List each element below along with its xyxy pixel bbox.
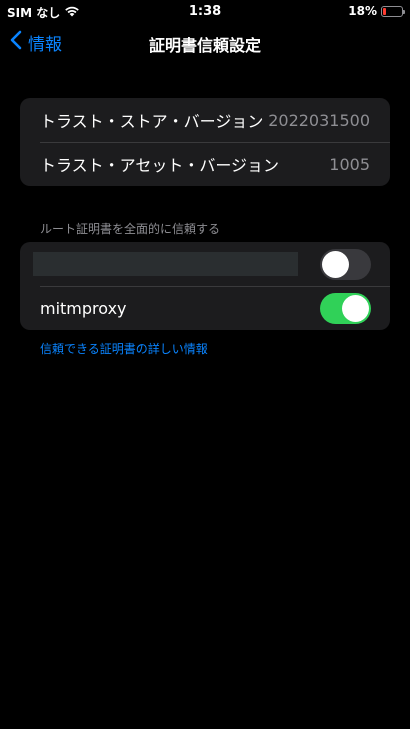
toggle-knob: [342, 295, 369, 322]
full-trust-section-header: ルート証明書を全面的に信頼する: [40, 222, 221, 236]
certificate-trust-toggle-mitmproxy[interactable]: [320, 293, 371, 324]
redacted-certificate-name: [33, 252, 298, 276]
trust-asset-version-label: トラスト・アセット・バージョン: [40, 156, 280, 175]
trust-store-version-label: トラスト・ストア・バージョン: [40, 112, 264, 131]
battery-icon: [381, 5, 405, 17]
battery-cap: [403, 9, 405, 14]
status-bar: SIM なし 1:38 18%: [0, 0, 410, 22]
trust-asset-version-value: 1005: [329, 154, 370, 174]
battery-percent: 18%: [348, 4, 377, 18]
navigation-bar: 情報 証明書信頼設定: [0, 28, 410, 58]
screen: SIM なし 1:38 18% 情報 証明書信頼設定 トラスト・ストア・バージョ…: [0, 0, 410, 729]
status-bar-right: 18%: [348, 4, 405, 18]
certificate-row-mitmproxy: mitmproxy: [20, 286, 390, 330]
certificate-trust-group: mitmproxy: [20, 242, 390, 330]
trusted-certificates-info-link[interactable]: 信頼できる証明書の詳しい情報: [40, 340, 208, 357]
certificate-row-redacted: [20, 242, 390, 286]
trust-store-version-row: トラスト・ストア・バージョン 2022031500: [20, 98, 390, 142]
trust-asset-version-row: トラスト・アセット・バージョン 1005: [20, 142, 390, 186]
trust-store-version-value: 2022031500: [268, 110, 370, 130]
toggle-knob: [322, 251, 349, 278]
trust-info-group: トラスト・ストア・バージョン 2022031500 トラスト・アセット・バージョ…: [20, 98, 390, 186]
certificate-trust-toggle-redacted[interactable]: [320, 249, 371, 280]
battery-level-fill: [383, 7, 386, 15]
page-title: 証明書信頼設定: [148, 36, 261, 55]
